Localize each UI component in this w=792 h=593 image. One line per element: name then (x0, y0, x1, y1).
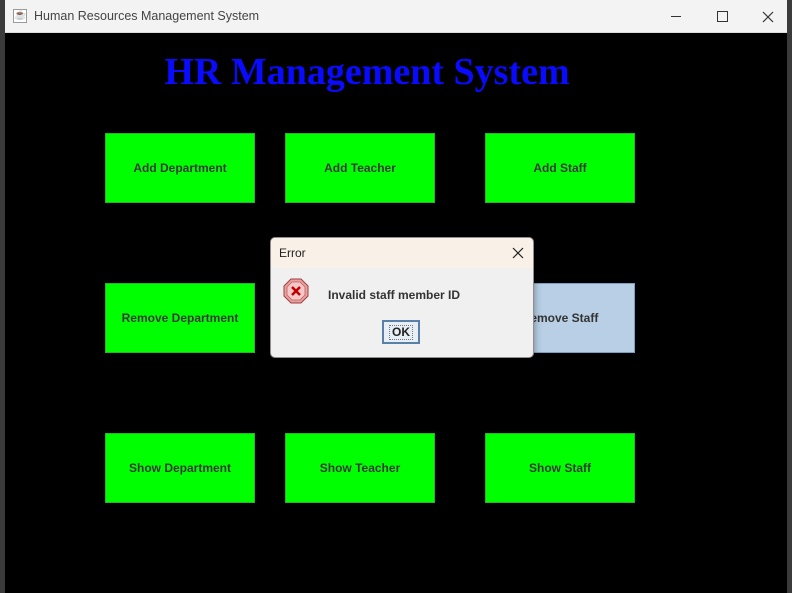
error-icon (283, 278, 309, 304)
dialog-title-bar[interactable]: Error (271, 238, 533, 268)
close-button[interactable] (745, 0, 791, 33)
remove-department-button[interactable]: Remove Department (105, 283, 255, 353)
maximize-button[interactable] (699, 0, 745, 33)
close-icon (762, 11, 774, 22)
title-bar[interactable]: ☕ Human Resources Management System (5, 0, 787, 33)
ok-button[interactable]: OK (382, 320, 420, 344)
error-dialog: Error Invalid staff member ID OK (270, 237, 534, 358)
dialog-close-button[interactable] (503, 238, 533, 268)
add-department-button[interactable]: Add Department (105, 133, 255, 203)
close-icon (512, 247, 524, 259)
dialog-message: Invalid staff member ID (328, 288, 461, 302)
add-teacher-button[interactable]: Add Teacher (285, 133, 435, 203)
add-staff-button[interactable]: Add Staff (485, 133, 635, 203)
show-teacher-button[interactable]: Show Teacher (285, 433, 435, 503)
ok-label: OK (389, 324, 413, 340)
main-window: ☕ Human Resources Management System HR M… (5, 0, 787, 593)
minimize-icon (671, 16, 681, 17)
window-title: Human Resources Management System (34, 9, 260, 23)
page-title: HR Management System (164, 51, 570, 93)
maximize-icon (716, 11, 728, 22)
java-cup-icon: ☕ (13, 9, 27, 23)
dialog-title: Error (279, 246, 306, 260)
show-staff-button[interactable]: Show Staff (485, 433, 635, 503)
minimize-button[interactable] (653, 0, 699, 33)
show-department-button[interactable]: Show Department (105, 433, 255, 503)
